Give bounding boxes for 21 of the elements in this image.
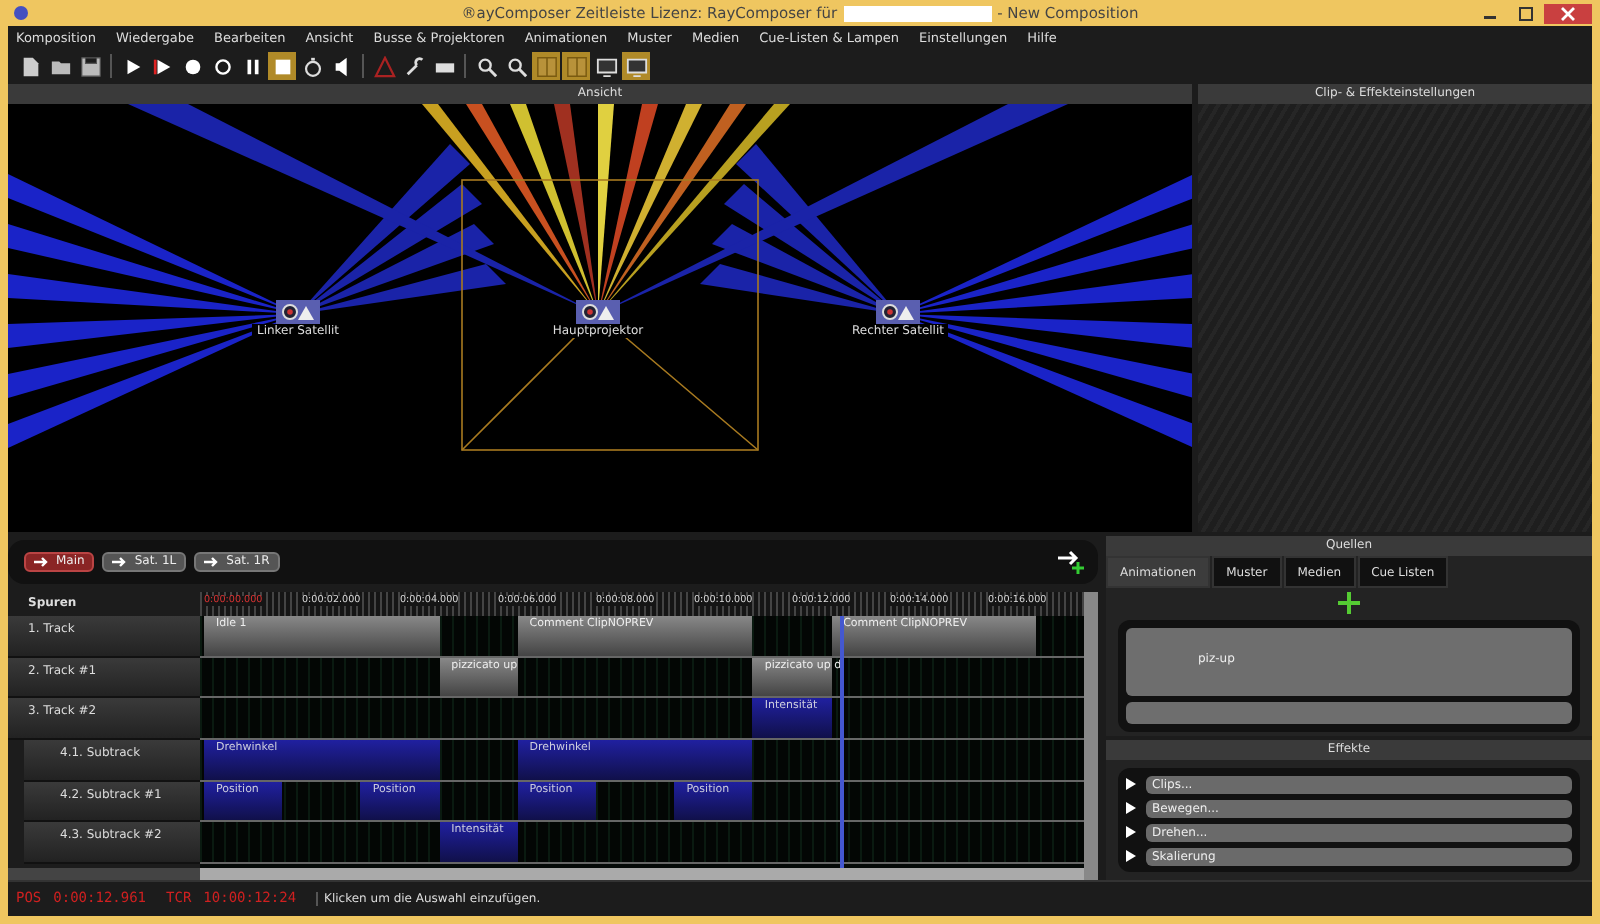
- close-button[interactable]: [1544, 3, 1592, 23]
- save-icon[interactable]: [76, 52, 104, 80]
- scrollbar[interactable]: [8, 868, 200, 880]
- arrow-icon: [204, 555, 221, 568]
- expand-icon[interactable]: [1126, 802, 1136, 814]
- projector-icon[interactable]: [276, 300, 320, 324]
- close-icon: [1560, 5, 1576, 21]
- expand-icon[interactable]: [1126, 778, 1136, 790]
- add-bus-icon[interactable]: [1058, 549, 1086, 574]
- expand-icon[interactable]: [1126, 826, 1136, 838]
- app-icon: [14, 6, 28, 20]
- scrollbar[interactable]: [200, 868, 1084, 880]
- projector-icon[interactable]: [876, 300, 920, 324]
- playhead[interactable]: [839, 615, 844, 868]
- arrow-icon: [112, 555, 129, 568]
- display-icon[interactable]: [622, 52, 650, 80]
- expand-icon[interactable]: [1126, 850, 1136, 862]
- maximize-icon[interactable]: [1518, 5, 1534, 21]
- arrow-icon: [34, 555, 50, 568]
- projector-icon[interactable]: [576, 300, 620, 324]
- scrollbar[interactable]: [1084, 591, 1098, 880]
